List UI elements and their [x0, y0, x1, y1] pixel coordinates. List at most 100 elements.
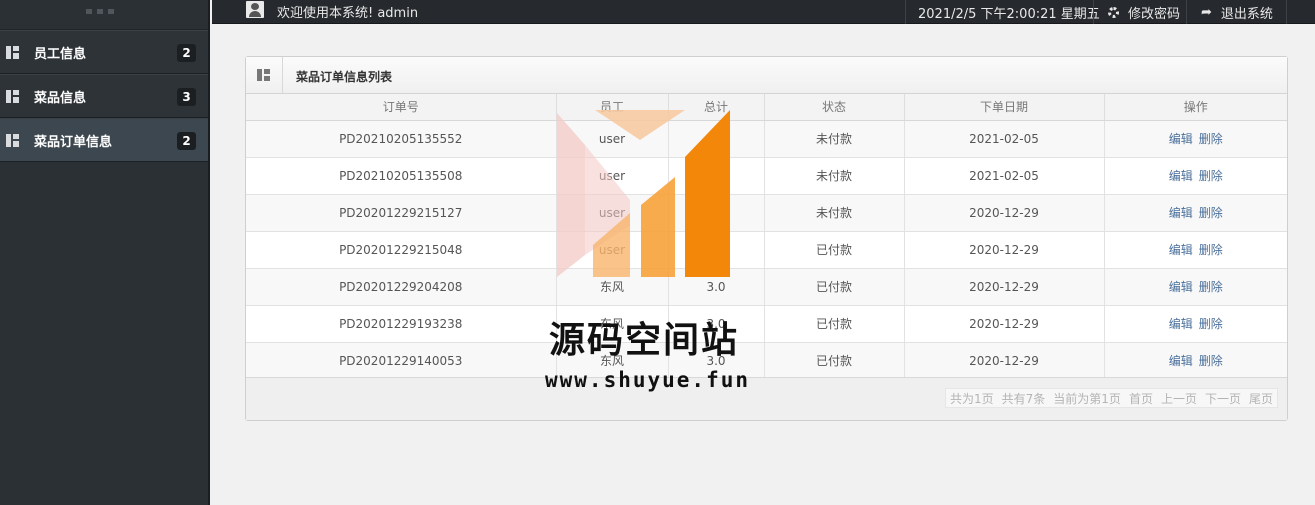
order-no-cell: PD20210205135552 [246, 120, 557, 158]
actions-cell: 编辑 删除 [1104, 268, 1287, 306]
grip-icon [86, 9, 114, 14]
table-row: PD20201229215127 user 3.0 未付款 2020-12-29 编辑 删除 [246, 194, 1287, 232]
count-badge: 2 [177, 44, 196, 62]
dashboard-icon [6, 133, 19, 147]
top-bar: 欢迎使用本系统! admin 2021/2/5 下午2:00:21 星期五 修改… [212, 0, 1315, 24]
employee-cell: user [556, 194, 669, 232]
table-row: PD20201229140053 东风 3.0 已付款 2020-12-29 编辑 删除 [246, 342, 1287, 380]
order-date-cell: 2020-12-29 [904, 231, 1105, 269]
dashboard-icon [257, 69, 270, 81]
delete-link[interactable]: 删除 [1199, 243, 1223, 257]
panel-header: 菜品订单信息列表 [246, 57, 1287, 94]
order-no-cell: PD20210205135508 [246, 157, 557, 195]
actions-cell: 编辑 删除 [1104, 194, 1287, 232]
column-header-order-date[interactable]: 下单日期 [904, 94, 1105, 121]
table-row: PD20210205135552 user 3.0 未付款 2021-02-05 编辑 删除 [246, 120, 1287, 158]
sidebar-item-label: 菜品订单信息 [34, 134, 113, 150]
sidebar-item-label: 员工信息 [34, 46, 87, 62]
order-date-cell: 2021-02-05 [904, 157, 1105, 195]
edit-link[interactable]: 编辑 [1169, 132, 1193, 146]
datetime-display: 2021/2/5 下午2:00:21 星期五 [905, 0, 1100, 24]
delete-link[interactable]: 删除 [1199, 132, 1223, 146]
logout-button[interactable]: ➦ 退出系统 [1186, 0, 1287, 24]
status-cell: 已付款 [764, 305, 905, 343]
actions-cell: 编辑 删除 [1104, 157, 1287, 195]
order-date-cell: 2021-02-05 [904, 120, 1105, 158]
employee-cell: 东风 [556, 268, 669, 306]
table-row: PD20201229215048 user 3.0 已付款 2020-12-29 编辑 删除 [246, 231, 1287, 269]
watermark-title: 源码空间站 [549, 320, 740, 361]
panel-icon-box [246, 57, 283, 93]
column-header-status[interactable]: 状态 [764, 94, 905, 121]
sidebar-item-employees[interactable]: 员工信息 2 [0, 30, 208, 74]
delete-link[interactable]: 删除 [1199, 317, 1223, 331]
order-date-cell: 2020-12-29 [904, 342, 1105, 380]
column-header-total[interactable]: 总计 [668, 94, 765, 121]
column-header-order-no[interactable]: 订单号 [246, 94, 557, 121]
delete-link[interactable]: 删除 [1199, 354, 1223, 368]
edit-link[interactable]: 编辑 [1169, 169, 1193, 183]
sidebar-item-dishes[interactable]: 菜品信息 3 [0, 74, 208, 118]
pager-current-page: 当前为第1页 [1053, 392, 1121, 406]
panel-footer: 共为1页 共有7条 当前为第1页 首页 上一页 下一页 尾页 [246, 377, 1287, 420]
actions-cell: 编辑 删除 [1104, 305, 1287, 343]
sidebar-collapse-handle[interactable] [0, 0, 208, 30]
total-cell: 3.0 [668, 157, 765, 195]
order-no-cell: PD20201229193238 [246, 305, 557, 343]
dashboard-icon [6, 89, 19, 103]
column-header-employee[interactable]: 员工 [556, 94, 669, 121]
watermark-url: www.shuyue.fun [545, 368, 751, 392]
status-cell: 未付款 [764, 194, 905, 232]
share-arrow-icon: ➦ [1201, 4, 1212, 20]
sidebar: 员工信息 2 菜品信息 3 菜品订单信息 2 [0, 0, 210, 505]
status-cell: 未付款 [764, 157, 905, 195]
table-header-row: 订单号 员工 总计 状态 下单日期 操作 [246, 94, 1287, 121]
total-cell: 3.0 [668, 120, 765, 158]
employee-cell: user [556, 157, 669, 195]
pager-last-link[interactable]: 尾页 [1245, 389, 1277, 407]
status-cell: 未付款 [764, 120, 905, 158]
pager-total-pages: 共为1页 [950, 392, 994, 406]
actions-cell: 编辑 删除 [1104, 342, 1287, 380]
sidebar-item-label: 菜品信息 [34, 90, 87, 106]
delete-link[interactable]: 删除 [1199, 169, 1223, 183]
change-password-label: 修改密码 [1128, 6, 1181, 22]
edit-link[interactable]: 编辑 [1169, 354, 1193, 368]
delete-link[interactable]: 删除 [1199, 280, 1223, 294]
order-no-cell: PD20201229215127 [246, 194, 557, 232]
welcome-message: 欢迎使用本系统! admin [277, 6, 419, 21]
count-badge: 3 [177, 88, 196, 106]
pager-first-link[interactable]: 首页 [1125, 389, 1157, 407]
datetime-text: 2021/2/5 下午2:00:21 星期五 [918, 6, 1100, 22]
gear-icon [1108, 6, 1119, 18]
order-no-cell: PD20201229204208 [246, 268, 557, 306]
edit-link[interactable]: 编辑 [1169, 280, 1193, 294]
edit-link[interactable]: 编辑 [1169, 317, 1193, 331]
pager-prev-link[interactable]: 上一页 [1157, 389, 1201, 407]
status-cell: 已付款 [764, 231, 905, 269]
dashboard-icon [6, 45, 19, 59]
pagination: 共为1页 共有7条 当前为第1页 首页 上一页 下一页 尾页 [945, 388, 1278, 408]
employee-cell: user [556, 231, 669, 269]
table-row: PD20201229204208 东风 3.0 已付款 2020-12-29 编辑 删除 [246, 268, 1287, 306]
total-cell: 3.0 [668, 231, 765, 269]
edit-link[interactable]: 编辑 [1169, 243, 1193, 257]
status-cell: 已付款 [764, 268, 905, 306]
total-cell: 3.0 [668, 268, 765, 306]
logout-label: 退出系统 [1220, 6, 1273, 22]
orders-table: 订单号 员工 总计 状态 下单日期 操作 PD20210205135552 use… [246, 94, 1287, 380]
order-no-cell: PD20201229140053 [246, 342, 557, 380]
change-password-button[interactable]: 修改密码 [1093, 0, 1186, 24]
pager-total-items: 共有7条 [1001, 392, 1046, 406]
status-cell: 已付款 [764, 342, 905, 380]
table-row: PD20201229193238 东风 3.0 已付款 2020-12-29 编辑 删除 [246, 305, 1287, 343]
pager-next-link[interactable]: 下一页 [1201, 389, 1245, 407]
actions-cell: 编辑 删除 [1104, 120, 1287, 158]
order-no-cell: PD20201229215048 [246, 231, 557, 269]
order-date-cell: 2020-12-29 [904, 194, 1105, 232]
delete-link[interactable]: 删除 [1199, 206, 1223, 220]
column-header-actions: 操作 [1104, 94, 1287, 121]
edit-link[interactable]: 编辑 [1169, 206, 1193, 220]
sidebar-item-dish-orders[interactable]: 菜品订单信息 2 [0, 118, 208, 162]
count-badge: 2 [177, 132, 196, 150]
